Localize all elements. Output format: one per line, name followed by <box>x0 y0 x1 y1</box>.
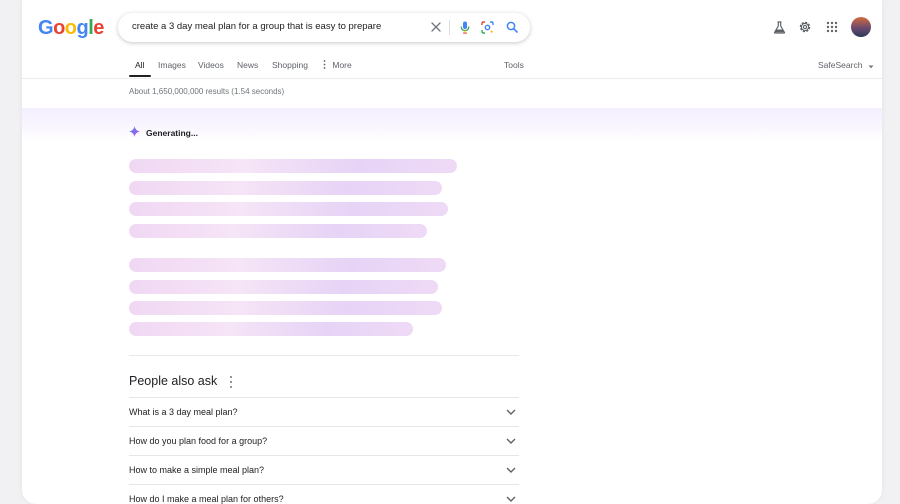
generating-label: Generating... <box>146 128 198 138</box>
caret-down-icon <box>868 61 874 71</box>
sparkle-icon <box>129 124 140 142</box>
paa-question-text: What is a 3 day meal plan? <box>129 407 238 417</box>
loading-skeleton-bar <box>129 322 413 336</box>
tabs-divider <box>22 78 882 79</box>
tab-shopping[interactable]: Shopping <box>272 60 308 70</box>
chevron-down-icon <box>505 436 517 446</box>
avatar[interactable] <box>851 17 871 37</box>
labs-flask-icon[interactable] <box>770 18 788 36</box>
people-also-ask-title: People also ask <box>129 374 218 388</box>
loading-skeleton-bar <box>129 280 438 294</box>
google-logo[interactable]: Google <box>38 17 104 40</box>
search-tabs: All Images Videos News Shopping More Too… <box>22 56 882 78</box>
logo-letter: e <box>93 17 104 39</box>
search-box[interactable]: create a 3 day meal plan for a group tha… <box>118 13 530 42</box>
search-icon[interactable] <box>504 19 520 35</box>
logo-letter: g <box>76 17 89 39</box>
paa-question[interactable]: How do I make a meal plan for others? <box>129 484 519 504</box>
active-tab-indicator <box>129 75 151 77</box>
search-input[interactable]: create a 3 day meal plan for a group tha… <box>132 21 381 32</box>
safesearch-menu[interactable]: SafeSearch <box>818 60 874 71</box>
paa-question[interactable]: How to make a simple meal plan? <box>129 455 519 485</box>
chevron-down-icon <box>505 465 517 475</box>
logo-letter: o <box>53 17 65 39</box>
more-vert-icon[interactable] <box>228 376 234 388</box>
tab-more-label: More <box>332 60 352 70</box>
paa-question-text: How do I make a meal plan for others? <box>129 494 284 504</box>
gear-icon[interactable] <box>796 18 814 36</box>
tab-all[interactable]: All <box>135 60 144 70</box>
browser-window: Google create a 3 day meal plan for a gr… <box>22 0 882 504</box>
loading-skeleton-bar <box>129 159 457 173</box>
result-stats: About 1,650,000,000 results (1.54 second… <box>129 87 285 96</box>
lens-icon[interactable] <box>479 19 495 35</box>
microphone-icon[interactable] <box>457 19 473 35</box>
chevron-down-icon <box>505 407 517 417</box>
logo-letter: o <box>64 17 77 39</box>
tab-images[interactable]: Images <box>158 60 186 70</box>
ai-generating-status: Generating... <box>129 124 198 142</box>
tab-news[interactable]: News <box>237 60 258 70</box>
loading-skeleton-bar <box>129 202 448 216</box>
paa-question[interactable]: How do you plan food for a group? <box>129 426 519 456</box>
apps-grid-icon[interactable] <box>823 18 841 36</box>
paa-question[interactable]: What is a 3 day meal plan? <box>129 397 519 427</box>
tab-more[interactable]: More <box>323 60 352 71</box>
more-vert-icon <box>323 60 327 71</box>
loading-skeleton-bar <box>129 224 427 238</box>
loading-skeleton-bar <box>129 301 442 315</box>
tools-button[interactable]: Tools <box>504 60 524 70</box>
search-divider <box>449 20 450 35</box>
tab-videos[interactable]: Videos <box>198 60 224 70</box>
clear-icon[interactable] <box>428 19 444 35</box>
chevron-down-icon <box>505 494 517 504</box>
section-divider <box>129 355 519 356</box>
paa-question-text: How do you plan food for a group? <box>129 436 268 446</box>
paa-question-text: How to make a simple meal plan? <box>129 465 265 475</box>
safesearch-label: SafeSearch <box>818 60 863 70</box>
loading-skeleton-bar <box>129 258 446 272</box>
loading-skeleton-bar <box>129 181 442 195</box>
logo-letter: G <box>38 17 54 39</box>
